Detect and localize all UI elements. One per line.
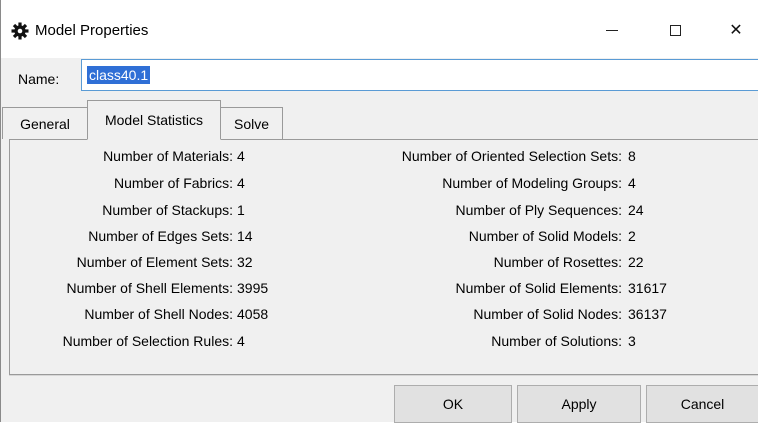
stat-label: Number of Solid Nodes: [473, 306, 622, 322]
stat-label: Number of Shell Elements: [66, 280, 233, 296]
stat-label: Number of Rosettes: [493, 254, 622, 270]
maximize-button[interactable] [652, 12, 698, 48]
stat-value: 32 [237, 254, 253, 270]
footer-divider [9, 375, 758, 376]
minimize-icon [606, 29, 618, 31]
stat-value: 3 [628, 333, 636, 349]
close-icon: ✕ [729, 22, 743, 39]
stat-label: Number of Solutions: [491, 333, 622, 349]
cancel-button[interactable]: Cancel [646, 385, 758, 423]
stat-label: Number of Modeling Groups: [442, 175, 622, 191]
model-properties-dialog: Model Properties ✕ Name: class40.1 Gener… [0, 0, 758, 423]
stat-label: Number of Edges Sets: [88, 228, 233, 244]
ok-button-label: OK [442, 396, 464, 412]
title-bar[interactable]: Model Properties ✕ [1, 0, 758, 58]
window-title: Model Properties [35, 22, 149, 39]
stat-value: 4058 [237, 306, 269, 322]
stat-value: 2 [628, 228, 636, 244]
minimize-button[interactable] [589, 12, 635, 48]
close-button[interactable]: ✕ [713, 12, 758, 48]
stat-label: Number of Shell Nodes: [84, 306, 233, 322]
gear-icon [11, 22, 29, 40]
stat-label: Number of Selection Rules: [62, 333, 233, 349]
stat-value: 4 [237, 333, 245, 349]
name-input[interactable]: class40.1 [81, 59, 758, 91]
stat-label: Number of Fabrics: [113, 175, 233, 191]
stat-label: Number of Oriented Selection Sets: [401, 148, 622, 164]
stat-value: 24 [628, 202, 644, 218]
stat-value: 4 [237, 175, 245, 191]
stat-value: 4 [628, 175, 636, 191]
stat-label: Number of Materials: [103, 148, 233, 164]
stat-value: 4 [237, 148, 245, 164]
name-label: Name: [18, 71, 60, 87]
stat-value: 31617 [628, 280, 667, 296]
stat-value: 22 [628, 254, 644, 270]
name-input-value: class40.1 [87, 66, 151, 84]
apply-button-label: Apply [561, 396, 597, 412]
maximize-icon [669, 24, 681, 36]
stat-label: Number of Ply Sequences: [455, 202, 622, 218]
stat-value: 1 [237, 202, 245, 218]
tab-solve-label: Solve [233, 115, 270, 132]
tab-general[interactable]: General [2, 107, 88, 139]
stat-value: 8 [628, 148, 636, 164]
tab-solve[interactable]: Solve [220, 107, 283, 139]
stat-label: Number of Solid Models: [468, 228, 622, 244]
apply-button[interactable]: Apply [517, 385, 641, 423]
stat-label: Number of Solid Elements: [455, 280, 622, 296]
stat-label: Number of Stackups: [102, 202, 233, 218]
ok-button[interactable]: OK [394, 385, 512, 423]
tab-model-statistics-label: Model Statistics [104, 112, 204, 128]
stat-label: Number of Element Sets: [76, 254, 233, 270]
stat-value: 3995 [237, 280, 269, 296]
cancel-button-label: Cancel [680, 396, 725, 412]
tab-model-statistics[interactable]: Model Statistics [87, 100, 221, 140]
stat-value: 36137 [628, 306, 667, 322]
stat-value: 14 [237, 228, 253, 244]
tab-general-label: General [20, 115, 70, 132]
